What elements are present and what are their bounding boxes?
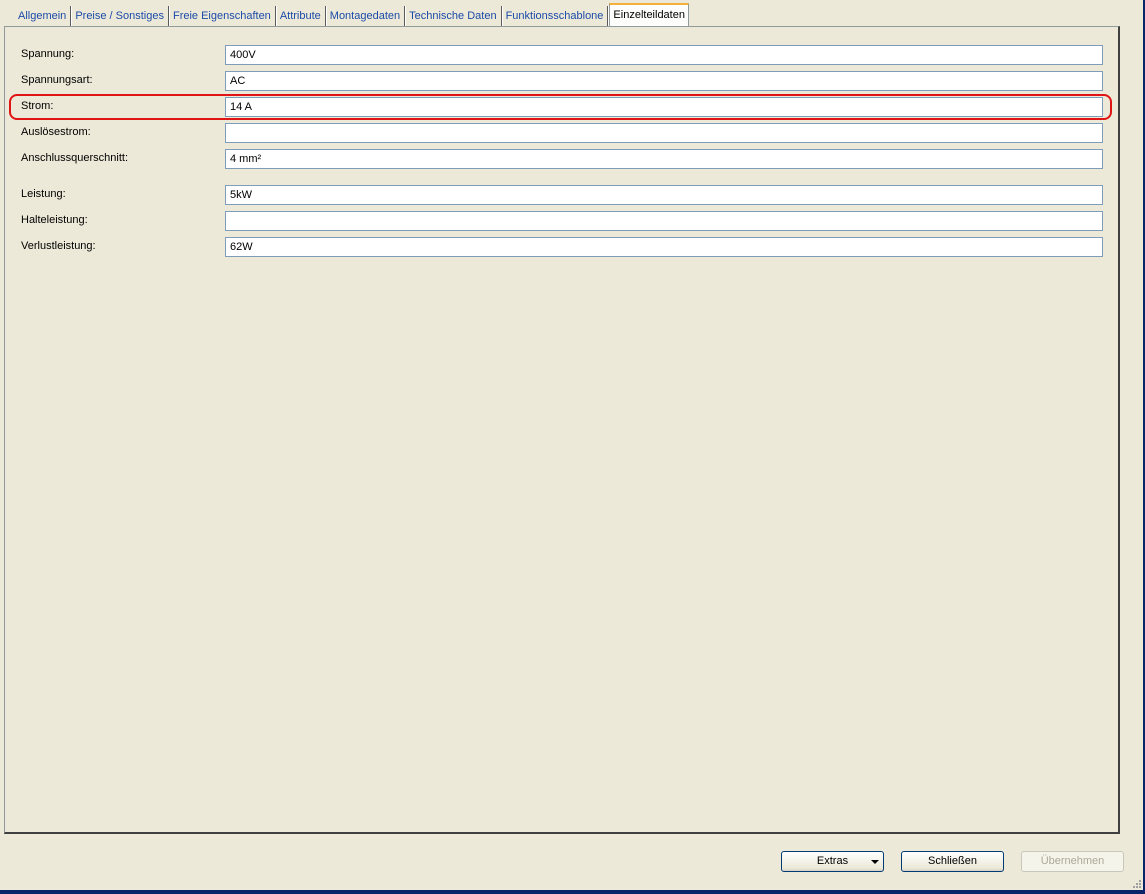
- tab-panel-einzelteildaten: Spannung: 400V Spannungsart: AC Strom: 1…: [4, 26, 1120, 834]
- ausloesestrom-label: Auslösestrom:: [21, 126, 91, 138]
- dropdown-arrow-icon: [871, 860, 879, 864]
- tab-funktionsschablone[interactable]: Funktionsschablone: [502, 6, 609, 26]
- tab-freie-eigenschaften[interactable]: Freie Eigenschaften: [169, 6, 276, 26]
- extras-button[interactable]: Extras: [781, 851, 884, 872]
- spannungsart-label: Spannungsart:: [21, 74, 93, 86]
- window-border-bottom: [0, 890, 1145, 894]
- field-row-verlustleistung: Verlustleistung: 62W: [21, 237, 1106, 257]
- halteleistung-input[interactable]: [225, 211, 1103, 231]
- spannung-label: Spannung:: [21, 48, 75, 60]
- tab-allgemein[interactable]: Allgemein: [14, 6, 72, 26]
- spannungsart-input[interactable]: AC: [225, 71, 1103, 91]
- leistung-input[interactable]: 5kW: [225, 185, 1103, 205]
- leistung-label: Leistung:: [21, 188, 66, 200]
- spannung-input[interactable]: 400V: [225, 45, 1103, 65]
- extras-button-label: Extras: [816, 855, 849, 867]
- field-row-spannung: Spannung: 400V: [21, 45, 1106, 65]
- tab-technische-daten[interactable]: Technische Daten: [405, 6, 502, 26]
- resize-grip-icon[interactable]: [1131, 878, 1141, 888]
- verlustleistung-label: Verlustleistung:: [21, 240, 96, 252]
- close-button[interactable]: Schließen: [901, 851, 1004, 872]
- anschlussquerschnitt-label: Anschlussquerschnitt:: [21, 152, 128, 164]
- strom-input[interactable]: 14 A: [225, 97, 1103, 117]
- apply-button: Übernehmen: [1021, 851, 1124, 872]
- tab-strip: Allgemein Preise / Sonstiges Freie Eigen…: [14, 3, 689, 27]
- tab-attribute[interactable]: Attribute: [276, 6, 326, 26]
- verlustleistung-input[interactable]: 62W: [225, 237, 1103, 257]
- halteleistung-label: Halteleistung:: [21, 214, 88, 226]
- anschlussquerschnitt-input[interactable]: 4 mm²: [225, 149, 1103, 169]
- strom-label: Strom:: [21, 100, 54, 112]
- field-row-spannungsart: Spannungsart: AC: [21, 71, 1106, 91]
- tab-montagedaten[interactable]: Montagedaten: [326, 6, 406, 26]
- field-row-strom: Strom: 14 A: [21, 97, 1106, 117]
- tab-preise-sonstiges[interactable]: Preise / Sonstiges: [71, 6, 169, 26]
- field-row-anschlussquerschnitt: Anschlussquerschnitt: 4 mm²: [21, 149, 1106, 169]
- field-row-leistung: Leistung: 5kW: [21, 185, 1106, 205]
- field-row-halteleistung: Halteleistung:: [21, 211, 1106, 231]
- tab-einzelteildaten[interactable]: Einzelteildaten: [609, 3, 689, 27]
- ausloesestrom-input[interactable]: [225, 123, 1103, 143]
- field-row-ausloesestrom: Auslösestrom:: [21, 123, 1106, 143]
